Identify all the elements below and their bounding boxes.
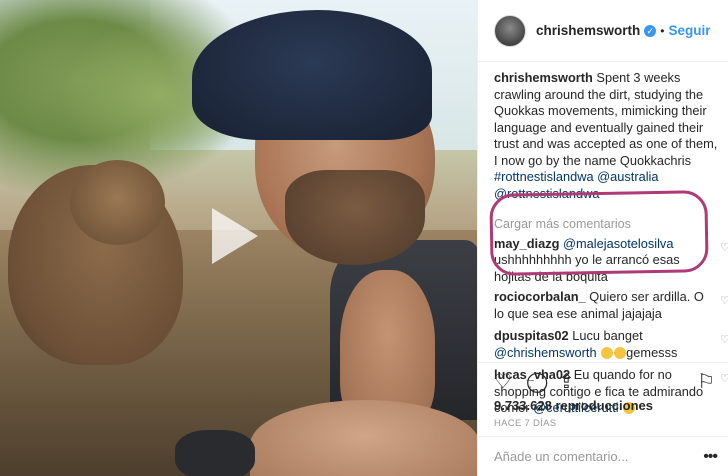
caption-username[interactable]: chrishemsworth [494,70,593,85]
play-icon[interactable] [212,208,258,264]
comment-heart-icon[interactable]: ♡ [720,242,728,253]
separator-dot: • [660,23,665,38]
avatar[interactable] [494,14,526,47]
comment-username[interactable]: rociocorbalan_ [494,289,586,304]
comment-username[interactable]: dpuspitas02 [494,328,569,343]
comment-heart-icon[interactable]: ♡ [720,296,728,307]
comment-icon[interactable]: ◯ [526,372,548,392]
shoe [175,430,255,476]
post-actions: ♡ ◯ ⇪ ⚐ [478,362,728,400]
comment-heart-icon[interactable]: ♡ [720,335,728,346]
comment-input[interactable] [494,449,694,464]
post-header: chrishemsworth ✓ • Seguir [478,0,728,62]
verified-icon: ✓ [644,24,657,37]
caption: chrishemsworth Spent 3 weeks crawling ar… [494,70,719,202]
bookmark-icon[interactable]: ⚐ [697,372,715,392]
comment-item: rociocorbalan_ Quiero ser ardilla. O lo … [494,289,728,322]
man-cap [192,10,432,140]
header-username[interactable]: chrishemsworth [536,23,640,38]
add-comment-bar: ••• [478,436,728,476]
comment-item: dpuspitas02 Lucu banget @chrishemsworth … [494,328,728,361]
timestamp[interactable]: HACE 7 DÍAS [494,418,556,429]
share-icon[interactable]: ⇪ [558,372,575,392]
man-beard [285,170,425,265]
highlight-annotation [489,190,709,276]
quokka-head [70,160,165,245]
smile-emoji-icon [601,346,614,359]
heart-icon[interactable]: ♡ [494,372,512,392]
caption-mention-australia[interactable]: @australia [597,169,658,184]
view-count[interactable]: 9.733.628 reproducciones [494,398,653,413]
smile-emoji-icon [614,346,627,359]
comment-mention[interactable]: @chrishemsworth [494,345,597,360]
comment-text: Lucu banget [568,328,643,343]
follow-button[interactable]: Seguir [668,23,710,38]
comment-tail: gemesss [626,344,678,360]
more-icon[interactable]: ••• [703,448,718,466]
caption-hashtag[interactable]: #rottnestislandwa [494,169,594,184]
post-video[interactable] [0,0,477,476]
